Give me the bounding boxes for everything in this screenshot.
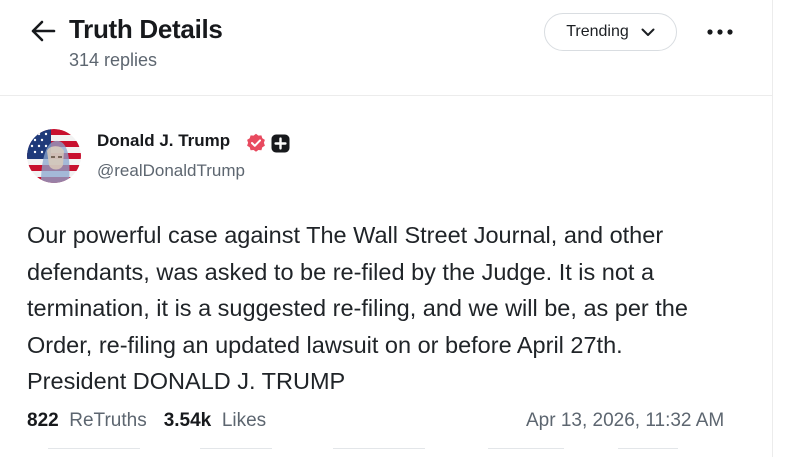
- post-body: Our powerful case against The Wall Stree…: [27, 222, 688, 394]
- chevron-down-icon: [641, 28, 655, 36]
- sort-label: Trending: [566, 23, 629, 40]
- reply-count: 314 replies: [69, 50, 158, 70]
- likes-stat[interactable]: 3.54k Likes: [164, 410, 266, 432]
- more-options-button[interactable]: [703, 18, 737, 46]
- arrow-left-icon: [31, 20, 56, 42]
- page-header: Truth Details 314 replies Trending: [0, 0, 772, 96]
- post-timestamp: Apr 13, 2026, 11:32 AM: [526, 410, 725, 431]
- likes-count: 3.54k: [163, 410, 212, 431]
- truth-details-page: Truth Details 314 replies Trending Donal…: [0, 0, 773, 457]
- page-title: Truth Details: [69, 14, 223, 44]
- author-name[interactable]: Donald J. Trump: [97, 131, 230, 151]
- retruths-label-text: ReTruths: [69, 410, 147, 431]
- retruths-count: 822: [27, 410, 59, 431]
- author-handle[interactable]: @realDonaldTrump: [97, 161, 245, 181]
- back-button[interactable]: [28, 16, 58, 46]
- likes-label-text: Likes: [221, 410, 267, 431]
- post-stats: 822 ReTruths 3.54k Likes: [27, 410, 266, 432]
- verified-badge-icon: [246, 133, 266, 153]
- action-bar: [0, 448, 772, 457]
- retruths-stat[interactable]: 822 ReTruths: [27, 410, 147, 432]
- author-avatar[interactable]: [27, 129, 81, 183]
- avatar-image: [27, 129, 81, 183]
- plus-badge-icon: [271, 134, 290, 153]
- sort-dropdown[interactable]: Trending: [544, 13, 677, 51]
- more-horizontal-icon: [707, 29, 733, 35]
